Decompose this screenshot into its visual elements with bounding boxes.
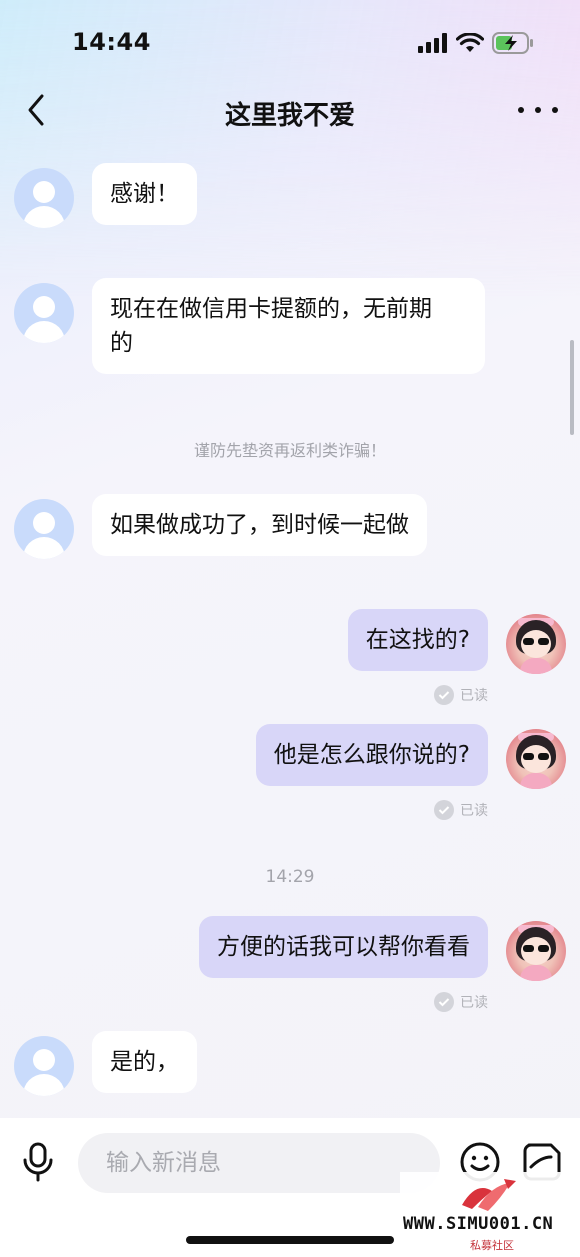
contact-avatar[interactable] [14,168,74,228]
chat-timestamp: 14:29 [265,867,315,887]
message-text: 如果做成功了，到时候一起做 [110,512,409,538]
watermark-logo-icon [462,1179,516,1211]
message-text-line: 的 [110,330,133,356]
status-time: 14:44 [72,28,151,56]
read-receipt: 已读 [434,800,488,820]
incoming-message-bubble[interactable]: 是的， [92,1031,197,1093]
message-text: 他是怎么跟你说的? [273,742,470,768]
message-text: 在这找的? [365,627,470,653]
my-avatar[interactable] [506,921,566,981]
read-receipt: 已读 [434,685,488,705]
message-text: 感谢！ [110,181,179,207]
read-check-icon [434,685,454,705]
read-label: 已读 [460,803,488,819]
read-check-icon [434,992,454,1012]
read-check-icon [434,800,454,820]
outgoing-message-bubble[interactable]: 他是怎么跟你说的? [255,724,488,786]
incoming-message-bubble[interactable]: 如果做成功了，到时候一起做 [92,494,427,556]
message-input[interactable]: 输入新消息 [78,1133,440,1193]
chat-title: 这里我不爱 [224,101,355,131]
outgoing-message-bubble[interactable]: 在这找的? [347,609,488,671]
fraud-warning-notice: 谨防先垫资再返利类诈骗！ [193,441,386,460]
outgoing-message-bubble[interactable]: 方便的话我可以帮你看看 [199,916,488,978]
home-indicator[interactable] [186,1236,394,1244]
cellular-signal-icon [418,33,447,53]
battery-charging-icon [492,32,533,54]
message-text: 是的， [110,1049,179,1075]
read-label: 已读 [460,688,488,704]
my-avatar[interactable] [506,614,566,674]
status-icons [418,32,534,54]
microphone-icon[interactable] [20,1142,56,1182]
contact-avatar[interactable] [14,283,74,343]
more-options-icon[interactable] [518,96,558,124]
message-text: 方便的话我可以帮你看看 [217,934,470,960]
my-avatar[interactable] [506,729,566,789]
scroll-indicator[interactable] [570,340,574,435]
contact-avatar[interactable] [14,1036,74,1096]
read-label: 已读 [460,995,488,1011]
contact-avatar[interactable] [14,499,74,559]
watermark-subtext: 私募社区 [470,1239,514,1252]
watermark-text: WWW.SIMU001.CN [403,1214,554,1234]
incoming-message-bubble[interactable]: 现在在做信用卡提额的，无前期 的 [92,278,485,374]
wifi-icon [456,33,484,52]
message-text-line: 现在在做信用卡提额的，无前期 [110,296,432,322]
read-receipt: 已读 [434,992,488,1012]
incoming-message-bubble[interactable]: 感谢！ [92,163,197,225]
